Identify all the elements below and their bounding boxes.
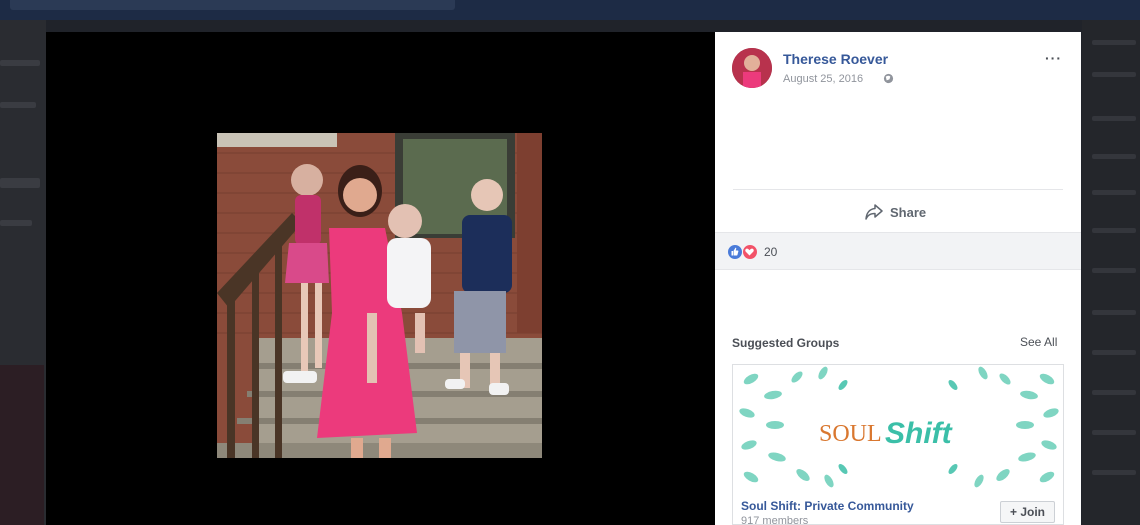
background-right-column (1082, 20, 1140, 525)
see-all-link[interactable]: See All (1020, 335, 1057, 349)
post-header: Therese Roever August 25, 2016 ··· (715, 32, 1081, 102)
screen: Therese Roever August 25, 2016 ··· Share (0, 0, 1140, 525)
post-side-panel: Therese Roever August 25, 2016 ··· Share (715, 32, 1081, 525)
background-text-line (0, 178, 40, 188)
globe-icon (883, 73, 894, 84)
background-text-line (1092, 190, 1136, 195)
photo-viewer[interactable] (46, 32, 715, 525)
like-reaction-icon (727, 244, 743, 260)
background-text-line (0, 60, 40, 66)
share-arrow-icon (865, 204, 883, 220)
background-text-line (1092, 228, 1136, 233)
divider (733, 189, 1063, 190)
background-text-line (1092, 310, 1136, 315)
group-logo-shift: Shift (885, 417, 954, 450)
post-date[interactable]: August 25, 2016 (783, 73, 863, 85)
background-text-line (1092, 350, 1136, 355)
more-options-button[interactable]: ··· (1045, 50, 1062, 66)
love-reaction-icon (742, 244, 758, 260)
suggested-groups-title: Suggested Groups (732, 336, 840, 350)
background-text-line (1092, 390, 1136, 395)
background-top-bar (0, 0, 1140, 20)
background-text-line (0, 102, 36, 108)
group-cover-image[interactable]: SOUL Shift (733, 365, 1063, 489)
background-text-line (1092, 430, 1136, 435)
author-name[interactable]: Therese Roever (783, 51, 888, 67)
background-text-line (0, 220, 32, 226)
background-text-line (1092, 470, 1136, 475)
background-text-line (1092, 116, 1136, 121)
group-cover-illustration: SOUL Shift (733, 365, 1063, 489)
background-text-line (1092, 154, 1136, 159)
avatar[interactable] (732, 48, 772, 88)
background-left-column (0, 20, 46, 525)
background-text-line (1092, 268, 1136, 273)
background-search-bar (10, 0, 455, 10)
share-label: Share (890, 204, 927, 220)
background-thumbnail (0, 365, 44, 525)
group-member-count: 917 members (741, 515, 809, 525)
avatar-image (732, 48, 772, 88)
join-group-button[interactable]: + Join (1000, 501, 1055, 523)
reactions-bar[interactable]: 20 (715, 232, 1081, 270)
group-logo-soul: SOUL (819, 421, 882, 447)
reaction-count[interactable]: 20 (764, 245, 777, 259)
post-photo[interactable] (217, 133, 542, 458)
group-card: SOUL Shift Soul Shift: Private Community… (732, 364, 1064, 525)
background-text-line (1092, 40, 1136, 45)
group-name-link[interactable]: Soul Shift: Private Community (741, 499, 914, 513)
share-button[interactable]: Share (865, 202, 926, 222)
background-text-line (1092, 72, 1136, 77)
family-photo-illustration (217, 133, 542, 458)
